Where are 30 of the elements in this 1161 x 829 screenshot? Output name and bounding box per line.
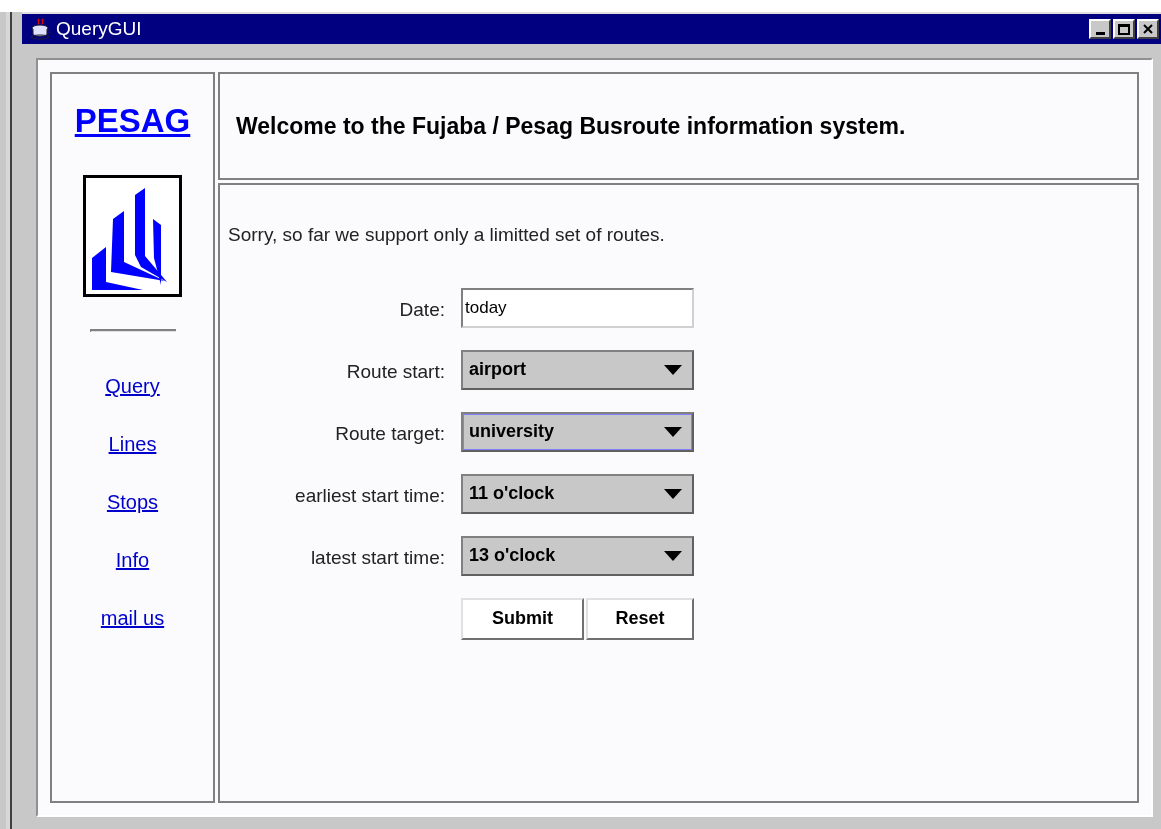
submit-button[interactable]: Submit [461, 597, 584, 640]
caret-icon [664, 550, 682, 561]
field-label: Route target: [334, 422, 445, 447]
nav-link[interactable]: Info [115, 548, 150, 572]
maximize-button[interactable] [1113, 19, 1135, 39]
field-label: Route start: [345, 360, 445, 385]
close-button[interactable] [1137, 19, 1159, 39]
reset-button[interactable]: Reset [586, 597, 694, 640]
nav-link[interactable]: Query [105, 374, 160, 398]
nav-link[interactable]: Stops [106, 490, 159, 514]
field-label: Date: [398, 298, 445, 323]
brand-link[interactable]: PESAG [74, 104, 191, 137]
field-label: earliest start time: [294, 484, 445, 509]
caret-icon [664, 426, 682, 437]
dropdown[interactable]: university [461, 411, 694, 452]
caret-icon [664, 488, 682, 499]
dropdown[interactable]: airport [461, 349, 694, 390]
dropdown[interactable]: 11 o'clock [461, 473, 694, 514]
close-icon [1143, 24, 1153, 34]
minimize-button[interactable] [1089, 19, 1111, 39]
dropdown[interactable]: 13 o'clock [461, 535, 694, 576]
window-title: QueryGUI [56, 16, 142, 41]
nav-link[interactable]: mail us [100, 606, 165, 630]
field-label: latest start time: [309, 546, 445, 571]
header-title: Welcome to the Fujaba / Pesag Busroute information system. [236, 111, 906, 141]
cup-icon [30, 18, 52, 40]
date-field[interactable]: today [461, 287, 694, 328]
caret-icon [664, 364, 682, 375]
nav-link[interactable]: Lines [108, 432, 157, 456]
notice-text: Sorry, so far we support only a limitted set of routes. [228, 223, 666, 247]
